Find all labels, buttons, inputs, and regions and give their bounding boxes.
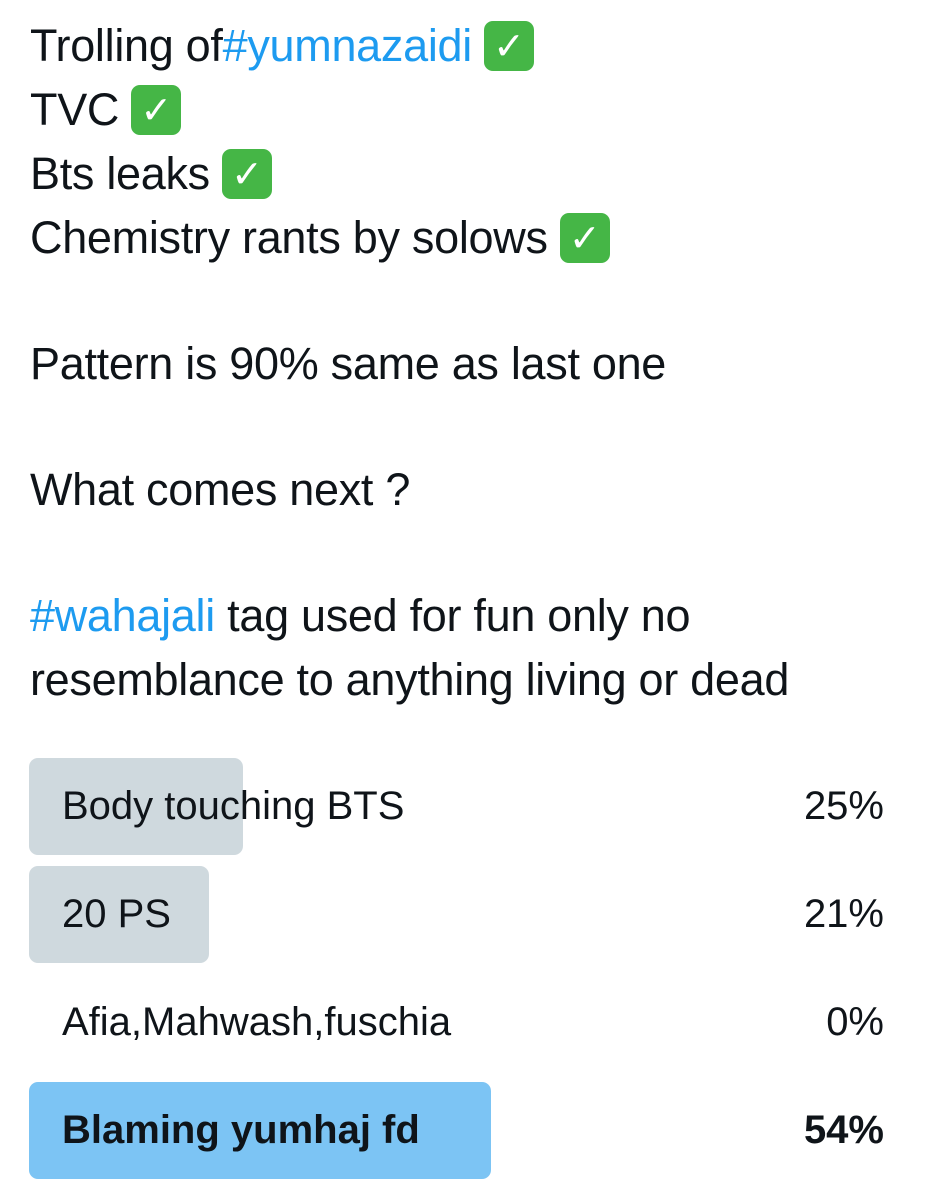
- tweet-line-tvc: TVC ✓: [30, 78, 920, 142]
- tweet-line-disclaimer-2: resemblance to anything living or dead: [30, 648, 920, 712]
- check-mark-icon: ✓: [559, 213, 610, 263]
- tweet-line-bts-leaks: Bts leaks ✓: [30, 142, 920, 206]
- tweet-line-trolling: Trolling of #yumnazaidi ✓: [30, 14, 920, 78]
- poll-option-label: Body touching BTS: [62, 784, 405, 828]
- poll-option: Afia,Mahwash,fuschia 0%: [29, 974, 884, 1071]
- poll-option-percent: 0%: [826, 1000, 884, 1044]
- tweet-line-text: Pattern is 90% same as last one: [30, 338, 667, 389]
- hashtag-wahajali-link[interactable]: #wahajali: [30, 584, 215, 648]
- poll-option-percent: 54%: [803, 1108, 884, 1152]
- poll-option-label: Blaming yumhaj fd: [62, 1108, 420, 1152]
- tweet-line-text: Chemistry rants by solows: [30, 212, 548, 263]
- tweet-line-text: resemblance to anything living or dead: [30, 654, 790, 705]
- check-mark-icon: ✓: [221, 149, 272, 199]
- poll-option-label: Afia,Mahwash,fuschia: [62, 1000, 452, 1044]
- tweet-line-text: tag used for fun only no: [214, 590, 691, 641]
- tweet-line-text: TVC: [30, 84, 120, 135]
- hashtag-yumnazaidi-link[interactable]: #yumnazaidi: [223, 14, 473, 78]
- tweet-line-pattern: Pattern is 90% same as last one: [30, 332, 920, 396]
- tweet-line-text: Bts leaks: [30, 148, 210, 199]
- poll-option: 20 PS 21%: [29, 866, 884, 963]
- poll-option-percent: 25%: [803, 784, 884, 828]
- tweet-line-text: What comes next ?: [30, 464, 411, 515]
- poll-option-label: 20 PS: [62, 892, 171, 936]
- tweet-text: Trolling of #yumnazaidi ✓ TVC ✓ Bts leaks ✓…: [30, 14, 920, 712]
- poll-option-winner: Blaming yumhaj fd 54%: [29, 1082, 884, 1179]
- tweet-line-text: Trolling of: [30, 20, 223, 71]
- poll-option-percent: 21%: [803, 892, 884, 936]
- check-mark-icon: ✓: [483, 21, 534, 71]
- tweet-line-question: What comes next ?: [30, 458, 920, 522]
- check-mark-icon: ✓: [131, 85, 182, 135]
- tweet-line-chemistry: Chemistry rants by solows ✓: [30, 206, 920, 270]
- tweet-line-disclaimer-1: #wahajali tag used for fun only no: [30, 584, 920, 648]
- poll-results: Body touching BTS 25% 20 PS 21% Afia,Mah…: [29, 758, 884, 1190]
- poll-option: Body touching BTS 25%: [29, 758, 884, 855]
